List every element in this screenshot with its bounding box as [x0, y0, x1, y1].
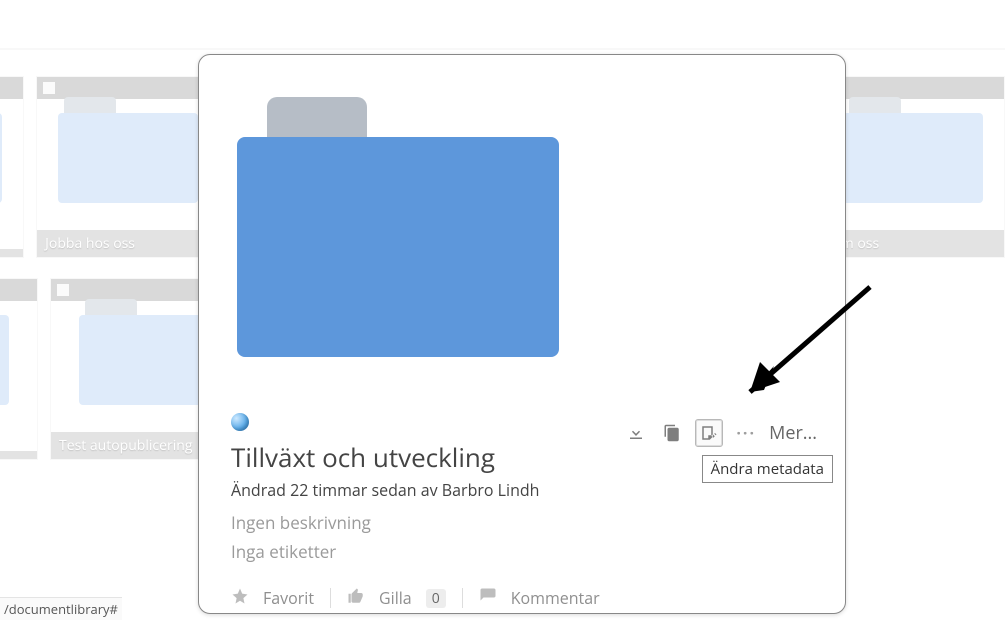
- edit-metadata-tooltip: Ändra metadata: [702, 455, 833, 483]
- more-label[interactable]: Mer...: [769, 421, 817, 445]
- status-bar-path: /documentlibrary#: [0, 597, 122, 620]
- folder-icon: [237, 137, 559, 357]
- more-icon[interactable]: ···: [733, 420, 759, 446]
- action-bar: ··· Mer...: [623, 419, 817, 447]
- globe-icon: [231, 413, 249, 431]
- like-label[interactable]: Gilla: [379, 587, 412, 609]
- download-button[interactable]: [623, 420, 649, 446]
- comment-label[interactable]: Kommentar: [511, 587, 600, 609]
- description-text: Ingen beskrivning: [231, 509, 813, 538]
- folder-details-modal: Tillväxt och utveckling Ändrad 22 timmar…: [198, 54, 846, 614]
- comment-icon[interactable]: [479, 587, 497, 610]
- tags-text: Inga etiketter: [231, 538, 813, 567]
- star-icon[interactable]: [231, 587, 249, 610]
- social-bar: Favorit Gilla 0 Kommentar: [231, 587, 813, 610]
- thumb-icon[interactable]: [347, 587, 365, 610]
- like-count: 0: [426, 589, 446, 608]
- favorite-label[interactable]: Favorit: [263, 587, 314, 609]
- copy-button[interactable]: [659, 420, 685, 446]
- edit-metadata-button[interactable]: [695, 419, 723, 447]
